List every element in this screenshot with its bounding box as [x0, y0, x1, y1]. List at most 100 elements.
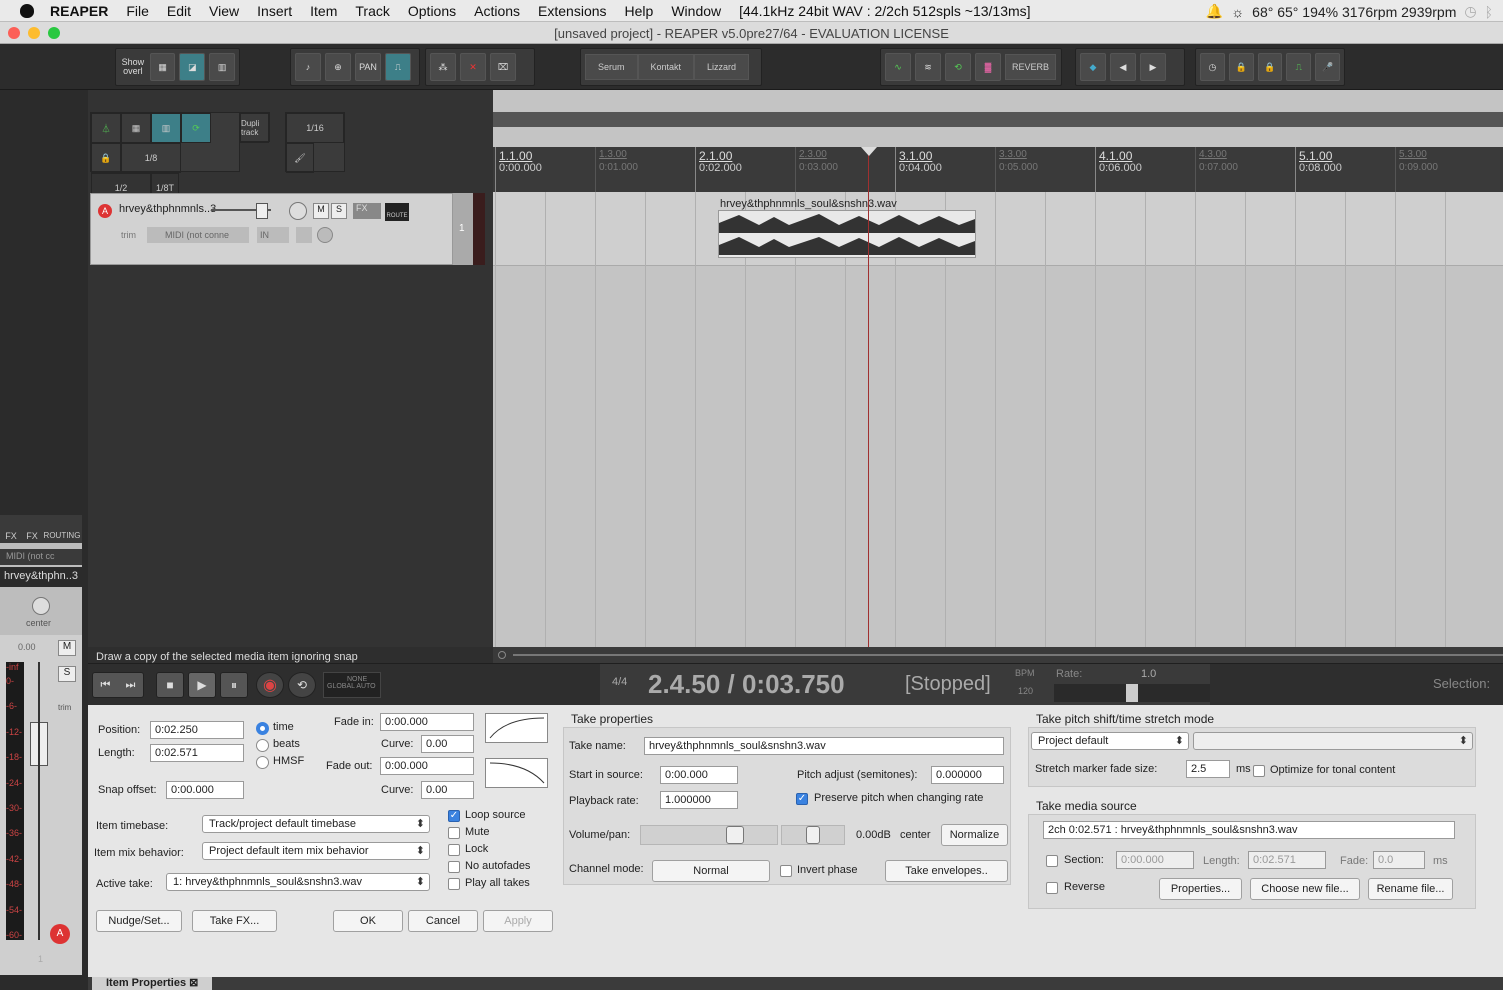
- length-input[interactable]: 0:02.571: [150, 744, 244, 762]
- clock-lock-icon[interactable]: ◷: [1200, 53, 1225, 81]
- region-lane[interactable]: [493, 112, 1503, 127]
- next-marker-icon[interactable]: ▶: [1140, 53, 1166, 81]
- trim-points-icon[interactable]: ⌧: [490, 53, 516, 81]
- play-button[interactable]: ▶: [188, 672, 216, 698]
- track-view-icon[interactable]: ▦: [149, 53, 176, 81]
- play-all-takes-checkbox[interactable]: [448, 878, 460, 890]
- lock-icon-2[interactable]: 🔒: [1257, 53, 1283, 81]
- dupli-track-button[interactable]: Dupli track: [240, 113, 269, 143]
- curve-in-input[interactable]: 0.00: [421, 735, 474, 753]
- skip-end-icon[interactable]: ⏭: [126, 679, 136, 692]
- time-position[interactable]: 2.4.50 / 0:03.750: [648, 669, 845, 700]
- invert-phase-checkbox[interactable]: [780, 865, 792, 877]
- volume-thumb[interactable]: [256, 203, 268, 219]
- apply-button[interactable]: Apply: [483, 910, 553, 932]
- time-signature[interactable]: 4/4: [612, 676, 627, 688]
- mcp-mute-button[interactable]: M: [58, 640, 76, 656]
- timebase-time-radio[interactable]: [256, 722, 269, 735]
- media-source-path[interactable]: 2ch 0:02.571 : hrvey&thphnmnls_soul&snsh…: [1043, 821, 1455, 839]
- rate-thumb[interactable]: [1126, 684, 1138, 702]
- trim-button[interactable]: trim: [99, 227, 139, 243]
- timebase-beats-radio[interactable]: [256, 739, 269, 752]
- item-properties-tab[interactable]: Item Properties ⊠: [92, 977, 212, 990]
- item-timebase-select[interactable]: Track/project default timebase: [202, 815, 430, 833]
- nudge-set-button[interactable]: Nudge/Set...: [96, 910, 182, 932]
- lock-icon-1[interactable]: 🔒: [1228, 53, 1254, 81]
- timebase-hmsf-radio[interactable]: [256, 756, 269, 769]
- section-start-input[interactable]: 0:00.000: [1116, 851, 1194, 869]
- delete-points-icon[interactable]: ✕: [460, 53, 486, 81]
- playback-rate-input[interactable]: 1.000000: [660, 791, 738, 809]
- kontakt-button[interactable]: Kontakt: [637, 54, 695, 80]
- scroll-left-icon[interactable]: [498, 651, 506, 659]
- mcp-track-name[interactable]: hrvey&thphn..3: [0, 567, 82, 587]
- pan-envelope-icon[interactable]: PAN: [355, 53, 381, 81]
- take-pan-thumb[interactable]: [806, 826, 820, 844]
- section-checkbox[interactable]: [1046, 855, 1058, 867]
- skip-start-icon[interactable]: ⏮: [101, 679, 111, 692]
- mcp-midi-select[interactable]: MIDI (not cc: [0, 549, 82, 565]
- menu-view[interactable]: View: [200, 3, 248, 19]
- waveform-icon[interactable]: ∿: [885, 53, 911, 81]
- take-name-input[interactable]: hrvey&thphnmnls_soul&snshn3.wav: [644, 737, 1004, 755]
- loop-source-checkbox[interactable]: ✓: [448, 810, 460, 822]
- loop-fx-icon[interactable]: ⟲: [945, 53, 971, 81]
- channel-mode-select[interactable]: Normal: [652, 860, 770, 882]
- lock-icon[interactable]: 🔒: [91, 143, 121, 173]
- mix-behavior-select[interactable]: Project default item mix behavior: [202, 842, 430, 860]
- pitch-mode-select[interactable]: Project default: [1031, 732, 1189, 750]
- scroll-track[interactable]: [513, 654, 1503, 656]
- menu-app[interactable]: REAPER: [44, 3, 117, 19]
- lock-checkbox[interactable]: [448, 844, 460, 856]
- media-item[interactable]: hrvey&thphnmnls_soul&snshn3.wav: [718, 198, 976, 260]
- graph-icon[interactable]: ⎍: [1286, 53, 1312, 81]
- fade-in-input[interactable]: 0:00.000: [380, 713, 474, 731]
- take-envelopes-button[interactable]: Take envelopes..: [885, 860, 1008, 882]
- fraction-1-8[interactable]: 1/8: [121, 143, 181, 173]
- mcp-fader-track[interactable]: [38, 662, 40, 940]
- bell-icon[interactable]: 🔔: [1206, 3, 1223, 20]
- stop-button[interactable]: ■: [156, 672, 184, 698]
- audio-status[interactable]: [44.1kHz 24bit WAV : 2/2ch 512spls ~13/1…: [730, 3, 1039, 19]
- mcp-fx2-button[interactable]: FX: [22, 515, 42, 543]
- take-volume-slider[interactable]: [640, 825, 778, 845]
- take-volume-thumb[interactable]: [726, 826, 744, 844]
- normalize-button[interactable]: Normalize: [941, 824, 1008, 846]
- midi-input-select[interactable]: MIDI (not conne: [147, 227, 249, 243]
- position-input[interactable]: 0:02.250: [150, 721, 244, 739]
- ok-button[interactable]: OK: [333, 910, 403, 932]
- zoom-envelope-icon[interactable]: ⊕: [325, 53, 351, 81]
- spectrum-icon[interactable]: ≋: [915, 53, 941, 81]
- clock-icon[interactable]: ◷: [1464, 3, 1476, 20]
- menu-options[interactable]: Options: [399, 3, 465, 19]
- ripple-icon[interactable]: ◪: [179, 53, 206, 81]
- pause-button[interactable]: ⏸: [220, 672, 248, 698]
- close-tab-icon[interactable]: ⊠: [189, 977, 198, 989]
- mcp-fx-button[interactable]: FX: [0, 515, 22, 543]
- solo-button[interactable]: S: [331, 203, 347, 219]
- pitch-adjust-input[interactable]: 0.000000: [931, 766, 1004, 784]
- mcp-routing-button[interactable]: ROUTING: [42, 515, 82, 543]
- snap-grid-icon[interactable]: ▦: [121, 113, 151, 143]
- show-overlay-button[interactable]: Show overl: [120, 53, 146, 81]
- section-length-input[interactable]: 0:02.571: [1248, 851, 1326, 869]
- menu-extensions[interactable]: Extensions: [529, 3, 615, 19]
- repeat-button[interactable]: ⟲: [288, 672, 316, 698]
- take-fx-button[interactable]: Take FX...: [192, 910, 277, 932]
- arrange-view[interactable]: 1.1.00 0:00.000 1.3.00 0:01.000 2.1.00 0:02.0…: [493, 90, 1503, 647]
- section-fade-input[interactable]: 0.0: [1373, 851, 1425, 869]
- fraction-1-16[interactable]: 1/16: [286, 113, 344, 143]
- prev-marker-icon[interactable]: ◀: [1110, 53, 1136, 81]
- mute-button[interactable]: M: [313, 203, 329, 219]
- phase-icon[interactable]: [317, 227, 333, 243]
- bluetooth-icon[interactable]: ᛒ: [1485, 4, 1493, 20]
- active-take-select[interactable]: 1: hrvey&thphnmnls_soul&snshn3.wav: [166, 873, 430, 891]
- envelope-lock-icon[interactable]: ⎍: [385, 53, 411, 81]
- reverse-checkbox[interactable]: [1046, 882, 1058, 894]
- brush-icon[interactable]: 🖌: [286, 143, 314, 173]
- layout-icon[interactable]: ▥: [209, 53, 235, 81]
- menu-file[interactable]: File: [117, 3, 158, 19]
- fade-out-shape-button[interactable]: [485, 758, 548, 788]
- menu-insert[interactable]: Insert: [248, 3, 301, 19]
- grid-icon[interactable]: ▥: [151, 113, 181, 143]
